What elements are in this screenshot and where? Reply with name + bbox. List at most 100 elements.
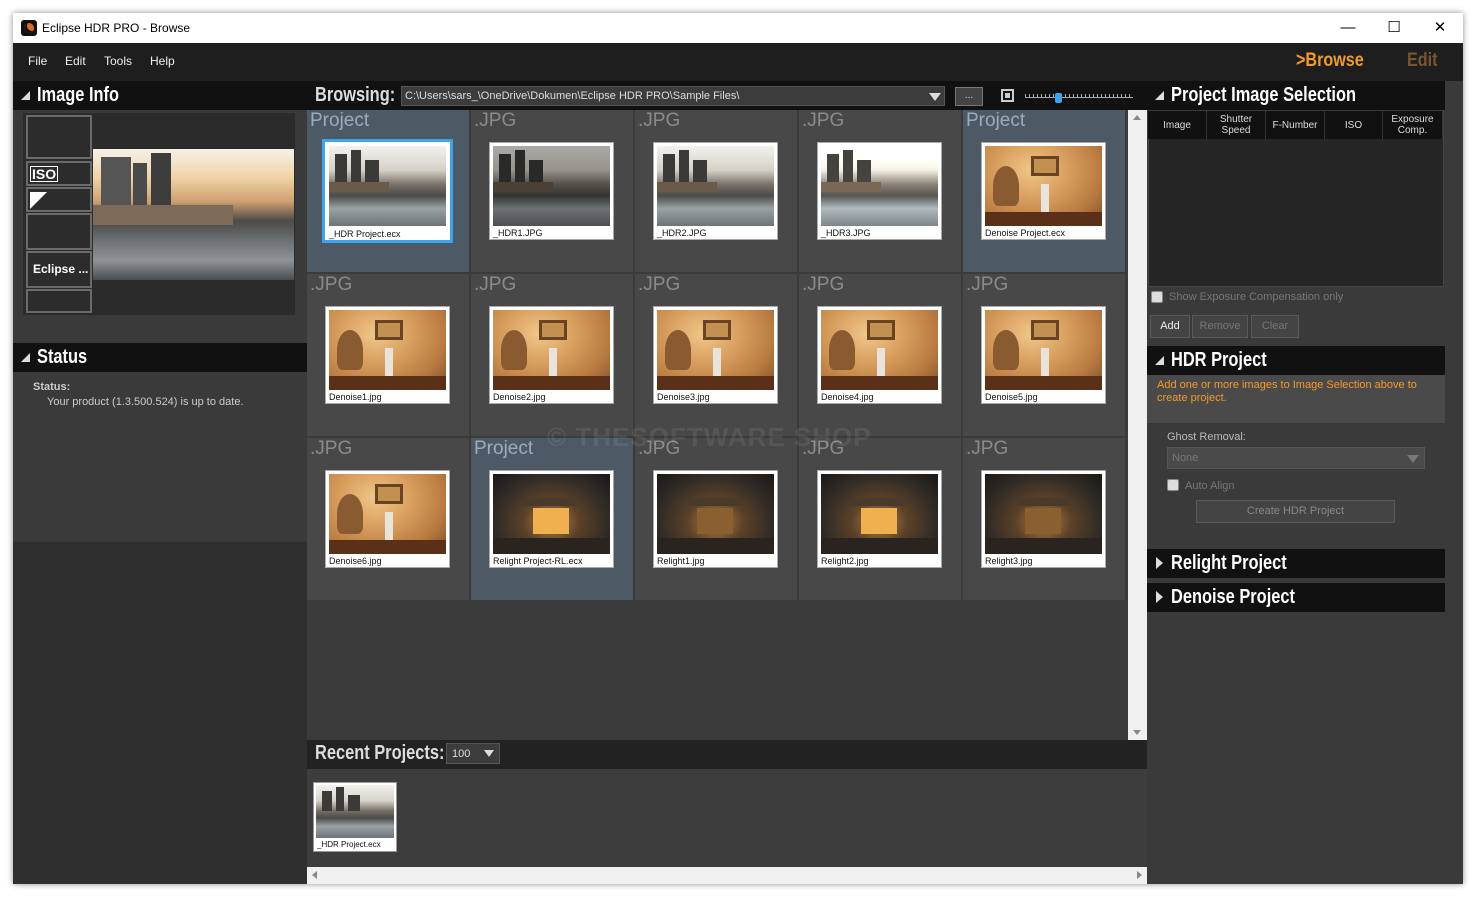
thumbnail-cell[interactable]: .JPG Denoise3.jpg — [635, 274, 798, 437]
denoise-project-header[interactable]: Denoise Project — [1147, 583, 1445, 612]
thumbnail-card[interactable]: Denoise1.jpg — [325, 306, 450, 404]
thumbnail-cell[interactable]: .JPG Denoise4.jpg — [799, 274, 962, 437]
clear-button[interactable]: Clear — [1251, 315, 1299, 338]
thumbnail-image — [821, 474, 938, 554]
fit-view-icon[interactable] — [1001, 89, 1014, 102]
thumbnail-cell[interactable]: .JPG _HDR1.JPG — [471, 110, 634, 273]
status-header[interactable]: Status — [13, 343, 307, 372]
column-image[interactable]: Image — [1148, 111, 1207, 139]
mode-browse-tab[interactable]: >Browse — [1296, 50, 1364, 72]
thumbnail-cell[interactable]: .JPG Denoise2.jpg — [471, 274, 634, 437]
menu-help[interactable]: Help — [150, 54, 175, 68]
thumbnail-cell[interactable]: .JPG _HDR2.JPG — [635, 110, 798, 273]
thumbnail-cell[interactable]: Project Relight Project-RL.ecx — [471, 438, 634, 601]
collapse-triangle-icon — [1155, 91, 1164, 100]
info-button-6[interactable] — [26, 289, 92, 313]
hdr-options: Ghost Removal: None Auto Align Create HD… — [1147, 423, 1445, 543]
auto-align-checkbox[interactable] — [1167, 479, 1179, 491]
thumbnail-image — [329, 146, 446, 226]
ghost-removal-value: None — [1172, 452, 1199, 464]
thumbnail-cell[interactable]: .JPG Denoise6.jpg — [307, 438, 470, 601]
thumbnail-card[interactable]: _HDR1.JPG — [489, 142, 614, 240]
recent-project-card[interactable]: _HDR Project.ecx — [313, 782, 397, 852]
thumbnail-cell[interactable]: .JPG Denoise1.jpg — [307, 274, 470, 437]
thumbnail-card[interactable]: Relight1.jpg — [653, 470, 778, 568]
scroll-down-icon[interactable] — [1133, 730, 1141, 735]
thumbnail-card[interactable]: Denoise Project.ecx — [981, 142, 1106, 240]
thumbnail-card[interactable]: Denoise3.jpg — [653, 306, 778, 404]
hdr-project-header[interactable]: HDR Project — [1147, 346, 1445, 375]
zoom-slider[interactable] — [1025, 93, 1133, 103]
zoom-slider-thumb[interactable] — [1055, 93, 1062, 103]
column-shutter-speed[interactable]: Shutter Speed — [1207, 111, 1266, 139]
chevron-down-icon[interactable] — [484, 750, 494, 757]
info-button-iso[interactable]: ISO — [26, 161, 92, 186]
info-button-1[interactable] — [26, 115, 92, 159]
thumbnail-cell[interactable]: .JPG Relight2.jpg — [799, 438, 962, 601]
recent-horizontal-scrollbar[interactable] — [307, 867, 1147, 884]
thumbnail-card[interactable]: _HDR Project.ecx — [322, 139, 453, 243]
column-exposure-comp[interactable]: Exposure Comp. — [1383, 111, 1443, 139]
thumbnail-filename: Denoise1.jpg — [329, 392, 382, 402]
right-panel: Project Image Selection Image Shutter Sp… — [1147, 81, 1463, 884]
thumbnail-card[interactable]: Denoise2.jpg — [489, 306, 614, 404]
scroll-up-icon[interactable] — [1133, 115, 1141, 120]
grid-vertical-scrollbar[interactable] — [1128, 110, 1147, 740]
thumbnail-card[interactable]: _HDR2.JPG — [653, 142, 778, 240]
collapse-triangle-icon — [1155, 356, 1164, 365]
thumbnail-card[interactable]: _HDR3.JPG — [817, 142, 942, 240]
scroll-right-icon[interactable] — [1137, 871, 1142, 879]
menu-edit[interactable]: Edit — [65, 54, 86, 68]
relight-project-header[interactable]: Relight Project — [1147, 549, 1445, 578]
thumbnail-cell[interactable]: Project _HDR Project.ecx — [307, 110, 470, 273]
thumbnail-cell[interactable]: .JPG Relight1.jpg — [635, 438, 798, 601]
thumbnail-cell[interactable]: Project Denoise Project.ecx — [963, 110, 1126, 273]
thumbnail-card[interactable]: Relight Project-RL.ecx — [489, 470, 614, 568]
info-button-eclipse[interactable]: Eclipse ... — [26, 251, 92, 288]
maximize-button[interactable]: ☐ — [1371, 13, 1417, 43]
project-selection-header[interactable]: Project Image Selection — [1147, 81, 1445, 110]
column-f-number[interactable]: F-Number — [1266, 111, 1325, 139]
thumbnail-cell[interactable]: .JPG Denoise5.jpg — [963, 274, 1126, 437]
thumbnail-image — [329, 474, 446, 554]
column-iso[interactable]: ISO — [1325, 111, 1383, 139]
thumbnail-image — [985, 474, 1102, 554]
thumbnail-cell[interactable]: .JPG _HDR3.JPG — [799, 110, 962, 273]
path-combobox[interactable]: C:\Users\sars_\OneDrive\Dokumen\Eclipse … — [401, 86, 945, 106]
thumbnail-filename: Relight3.jpg — [985, 556, 1033, 566]
file-type-label: .JPG — [802, 110, 845, 131]
thumbnail-card[interactable]: Denoise4.jpg — [817, 306, 942, 404]
add-button[interactable]: Add — [1150, 315, 1190, 338]
thumbnail-cell[interactable]: .JPG Relight3.jpg — [963, 438, 1126, 601]
menu-tools[interactable]: Tools — [104, 54, 132, 68]
thumbnail-card[interactable]: Denoise5.jpg — [981, 306, 1106, 404]
close-button[interactable]: ✕ — [1417, 13, 1463, 43]
file-type-label: Project — [966, 110, 1026, 131]
show-exposure-comp-checkbox[interactable] — [1151, 291, 1163, 303]
browse-folder-button[interactable]: ... — [955, 87, 983, 106]
chevron-down-icon[interactable] — [1407, 455, 1419, 463]
chevron-down-icon[interactable] — [929, 93, 941, 101]
thumbnail-card[interactable]: Relight3.jpg — [981, 470, 1106, 568]
file-type-label: .JPG — [966, 274, 1009, 295]
thumbnail-image — [985, 146, 1102, 226]
image-info-header[interactable]: Image Info — [13, 81, 307, 110]
recent-count-value: 100 — [452, 748, 471, 760]
mode-edit-tab[interactable]: Edit — [1407, 50, 1438, 72]
minimize-button[interactable]: — — [1325, 13, 1371, 43]
thumbnail-card[interactable]: Relight2.jpg — [817, 470, 942, 568]
ghost-removal-select[interactable]: None — [1167, 447, 1425, 469]
remove-button[interactable]: Remove — [1192, 315, 1248, 338]
info-button-exposure[interactable] — [26, 187, 92, 212]
recent-count-select[interactable]: 100 — [446, 743, 500, 764]
thumbnail-image — [493, 310, 610, 390]
create-hdr-project-button[interactable]: Create HDR Project — [1196, 500, 1395, 523]
file-type-label: .JPG — [802, 274, 845, 295]
app-window: Eclipse HDR PRO - Browse — ☐ ✕ File Edit… — [13, 13, 1463, 884]
file-type-label: .JPG — [638, 274, 681, 295]
thumbnail-grid: .JPG Relight3.jpg .JPG Relight2.jpg .JPG Reli… — [307, 110, 1128, 740]
scroll-left-icon[interactable] — [312, 871, 317, 879]
info-button-4[interactable] — [26, 213, 92, 250]
thumbnail-card[interactable]: Denoise6.jpg — [325, 470, 450, 568]
menu-file[interactable]: File — [28, 54, 47, 68]
